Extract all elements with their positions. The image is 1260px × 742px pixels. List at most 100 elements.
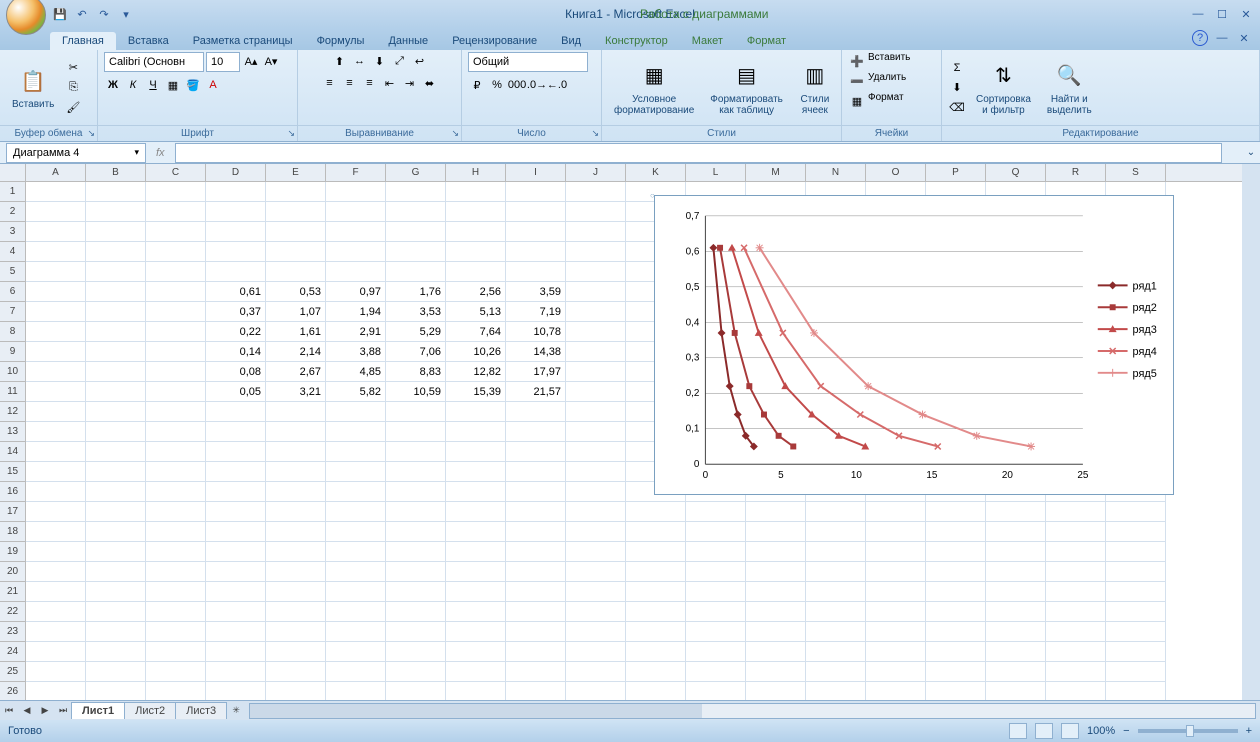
row-header[interactable]: 22 — [0, 602, 25, 622]
cell[interactable] — [1046, 542, 1106, 562]
cell[interactable] — [146, 602, 206, 622]
zoom-out-icon[interactable]: − — [1123, 725, 1129, 737]
cell[interactable] — [926, 542, 986, 562]
row-header[interactable]: 18 — [0, 522, 25, 542]
row-header[interactable]: 23 — [0, 622, 25, 642]
expand-formula-bar-icon[interactable]: ⌄ — [1242, 147, 1260, 158]
cell[interactable] — [926, 502, 986, 522]
cell[interactable] — [746, 662, 806, 682]
cell[interactable]: 0,61 — [206, 282, 266, 302]
cell[interactable] — [866, 542, 926, 562]
cell[interactable] — [146, 562, 206, 582]
redo-icon[interactable]: ↷ — [96, 6, 112, 22]
cell[interactable] — [566, 482, 626, 502]
cell[interactable] — [86, 302, 146, 322]
italic-icon[interactable]: К — [124, 76, 142, 94]
cell[interactable] — [566, 562, 626, 582]
cell[interactable] — [326, 682, 386, 700]
cell[interactable] — [506, 402, 566, 422]
cell[interactable] — [866, 562, 926, 582]
cell[interactable]: 0,14 — [206, 342, 266, 362]
cell[interactable] — [26, 322, 86, 342]
row-header[interactable]: 6 — [0, 282, 25, 302]
undo-icon[interactable]: ↶ — [74, 6, 90, 22]
row-header[interactable]: 24 — [0, 642, 25, 662]
align-left-icon[interactable]: ≡ — [321, 74, 339, 92]
cell[interactable] — [1046, 502, 1106, 522]
cell[interactable] — [446, 682, 506, 700]
cell[interactable] — [386, 562, 446, 582]
cell[interactable] — [926, 662, 986, 682]
cell[interactable] — [266, 402, 326, 422]
cell[interactable] — [986, 682, 1046, 700]
worksheet-grid[interactable]: ABCDEFGHIJKLMNOPQRS 12345678910111213141… — [0, 164, 1260, 700]
cell[interactable] — [386, 502, 446, 522]
cell[interactable] — [986, 522, 1046, 542]
cell[interactable] — [446, 182, 506, 202]
cell[interactable]: 0,97 — [326, 282, 386, 302]
cell[interactable] — [146, 502, 206, 522]
cell[interactable] — [26, 262, 86, 282]
cell[interactable] — [26, 342, 86, 362]
tab-data[interactable]: Данные — [376, 32, 440, 50]
cell[interactable] — [326, 202, 386, 222]
cell[interactable] — [566, 402, 626, 422]
cell[interactable] — [146, 462, 206, 482]
cell[interactable] — [86, 222, 146, 242]
row-header[interactable]: 9 — [0, 342, 25, 362]
cell[interactable] — [506, 662, 566, 682]
cell[interactable] — [386, 682, 446, 700]
cell[interactable] — [926, 602, 986, 622]
cell[interactable]: 10,26 — [446, 342, 506, 362]
row-header[interactable]: 17 — [0, 502, 25, 522]
cell[interactable] — [86, 602, 146, 622]
last-sheet-icon[interactable]: ⏭ — [54, 702, 72, 720]
cell[interactable] — [1106, 502, 1166, 522]
tab-page-layout[interactable]: Разметка страницы — [181, 32, 305, 50]
autosum-icon[interactable]: Σ — [948, 59, 966, 77]
format-as-table-button[interactable]: ▤ Форматировать как таблицу — [704, 58, 789, 118]
column-header[interactable]: E — [266, 164, 326, 181]
cell[interactable] — [446, 442, 506, 462]
vertical-scrollbar[interactable] — [1242, 164, 1260, 700]
cell[interactable] — [1106, 542, 1166, 562]
cell[interactable] — [506, 182, 566, 202]
cell[interactable] — [626, 642, 686, 662]
cell[interactable] — [386, 582, 446, 602]
cell[interactable]: 17,97 — [506, 362, 566, 382]
cell[interactable]: 8,83 — [386, 362, 446, 382]
cell[interactable] — [866, 642, 926, 662]
column-header[interactable]: A — [26, 164, 86, 181]
cell[interactable] — [986, 542, 1046, 562]
cell[interactable] — [386, 542, 446, 562]
row-header[interactable]: 4 — [0, 242, 25, 262]
align-middle-icon[interactable]: ↔ — [351, 52, 369, 70]
cell[interactable] — [506, 602, 566, 622]
cell[interactable] — [266, 622, 326, 642]
insert-cells-button[interactable]: ➕Вставить — [848, 52, 935, 70]
cell[interactable] — [26, 182, 86, 202]
column-header[interactable]: N — [806, 164, 866, 181]
cell[interactable] — [86, 402, 146, 422]
cell[interactable]: 0,53 — [266, 282, 326, 302]
sheet-tab-1[interactable]: Лист1 — [71, 702, 125, 719]
cell[interactable] — [626, 622, 686, 642]
cell[interactable] — [206, 562, 266, 582]
cell[interactable]: 15,39 — [446, 382, 506, 402]
cell[interactable] — [686, 642, 746, 662]
cell[interactable]: 7,64 — [446, 322, 506, 342]
cell[interactable] — [146, 582, 206, 602]
cell[interactable] — [686, 602, 746, 622]
cell[interactable] — [806, 622, 866, 642]
grow-font-icon[interactable]: A▴ — [242, 52, 260, 70]
cut-icon[interactable]: ✂ — [64, 59, 82, 77]
bold-icon[interactable]: Ж — [104, 76, 122, 94]
format-cells-button[interactable]: ▦Формат — [848, 92, 935, 110]
clipboard-launcher-icon[interactable]: ↘ — [87, 128, 95, 139]
font-size-combo[interactable]: 10 — [206, 52, 240, 72]
cell[interactable] — [386, 442, 446, 462]
formula-input[interactable] — [175, 143, 1222, 163]
cell[interactable] — [146, 322, 206, 342]
cell[interactable] — [206, 262, 266, 282]
cell[interactable] — [566, 182, 626, 202]
